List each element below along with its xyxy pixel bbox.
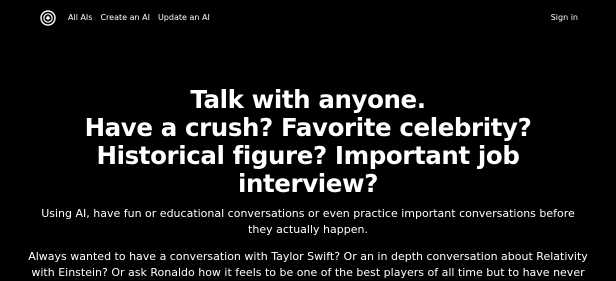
- hero-title-line: interview?: [237, 169, 379, 198]
- hero-title-line: Historical figure? Important job: [96, 141, 520, 170]
- hero-section: Talk with anyone. Have a crush? Favorite…: [0, 86, 616, 281]
- nav-link-all-ais[interactable]: All AIs: [68, 12, 92, 24]
- hero-body-text: Always wanted to have a conversation wit…: [28, 250, 588, 279]
- hero-title: Talk with anyone. Have a crush? Favorite…: [0, 86, 616, 198]
- nav-link-update-ai[interactable]: Update an AI: [158, 12, 210, 24]
- nav-links: All AIs Create an AI Update an AI: [68, 12, 210, 24]
- sign-in-link[interactable]: Sign in: [551, 12, 578, 24]
- circle-logo-icon[interactable]: [40, 10, 56, 26]
- hero-subtitle: Using AI, have fun or educational conver…: [41, 207, 575, 236]
- top-navbar: All AIs Create an AI Update an AI Sign i…: [0, 0, 616, 36]
- nav-link-create-ai[interactable]: Create an AI: [100, 12, 149, 24]
- hero-title-line: Have a crush? Favorite celebrity?: [84, 113, 532, 142]
- hero-title-line: Talk with anyone.: [190, 85, 426, 114]
